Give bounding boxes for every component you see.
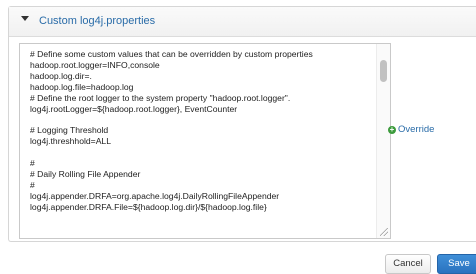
scrollbar-thumb[interactable] bbox=[380, 60, 387, 82]
caret-down-icon[interactable] bbox=[21, 16, 29, 21]
textarea-content[interactable]: # Define some custom values that can be … bbox=[30, 49, 375, 213]
panel-title[interactable]: Custom log4j.properties bbox=[39, 15, 155, 27]
vertical-scrollbar[interactable] bbox=[376, 44, 390, 238]
cancel-button[interactable]: Cancel bbox=[385, 254, 431, 274]
save-button[interactable]: Save bbox=[437, 254, 476, 274]
resize-grip-icon[interactable] bbox=[380, 228, 388, 236]
log4j-properties-textarea[interactable]: # Define some custom values that can be … bbox=[19, 43, 391, 239]
override-label: Override bbox=[398, 124, 435, 135]
override-link[interactable]: + Override bbox=[388, 124, 434, 135]
panel-header[interactable]: Custom log4j.properties bbox=[9, 7, 476, 37]
plus-circle-icon: + bbox=[388, 124, 396, 134]
